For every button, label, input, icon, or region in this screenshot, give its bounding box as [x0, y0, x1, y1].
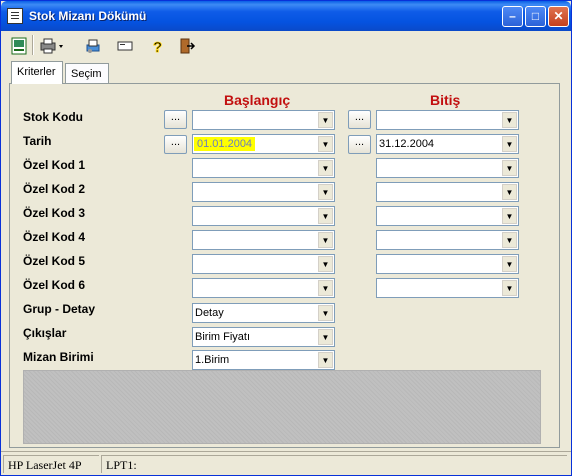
ozel-kod-4-end-combo[interactable]: ▼ — [376, 230, 519, 250]
toolbar-separator — [32, 35, 34, 55]
tarih-end-lookup-button[interactable]: ... — [348, 135, 371, 154]
stok-kodu-start-lookup-button[interactable]: ... — [164, 110, 187, 129]
ozel-kod-5-label: Özel Kod 5 — [23, 254, 86, 268]
status-bar: HP LaserJet 4P LPT1: — [1, 451, 571, 475]
ozel-kod-5-start-combo[interactable]: ▼ — [192, 254, 335, 274]
tab-secim[interactable]: Seçim — [65, 63, 109, 83]
chevron-down-icon[interactable]: ▼ — [318, 232, 333, 248]
criteria-panel: Başlangıç Bitiş Stok Kodu ... ▼ ... ▼ Ta… — [9, 83, 560, 448]
close-button[interactable]: ✕ — [548, 6, 569, 27]
ozel-kod-2-end-combo[interactable]: ▼ — [376, 182, 519, 202]
tab-kriterler[interactable]: Kriterler — [11, 61, 63, 84]
card-icon[interactable] — [113, 34, 136, 57]
tarih-end-combo[interactable]: 31.12.2004 ▼ — [376, 134, 519, 154]
grup-detay-combo[interactable]: Detay ▼ — [192, 303, 335, 323]
mizan-birimi-label: Mizan Birimi — [23, 350, 94, 364]
ozel-kod-2-start-combo[interactable]: ▼ — [192, 182, 335, 202]
chevron-down-icon[interactable]: ▼ — [502, 232, 517, 248]
stok-kodu-start-combo[interactable]: ▼ — [192, 110, 335, 130]
info-area — [23, 370, 541, 444]
print-icon[interactable] — [37, 34, 67, 57]
chevron-down-icon[interactable]: ▼ — [502, 136, 517, 152]
ozel-kod-4-start-combo[interactable]: ▼ — [192, 230, 335, 250]
ozel-kod-6-start-combo[interactable]: ▼ — [192, 278, 335, 298]
exit-icon[interactable] — [175, 34, 198, 57]
tarih-start-lookup-button[interactable]: ... — [164, 135, 187, 154]
setup-icon[interactable] — [81, 34, 104, 57]
chevron-down-icon[interactable]: ▼ — [318, 352, 333, 368]
end-header: Bitiş — [430, 92, 461, 108]
grup-detay-label: Grup - Detay — [23, 302, 96, 316]
minimize-button[interactable]: – — [502, 6, 523, 27]
chevron-down-icon[interactable]: ▼ — [318, 184, 333, 200]
ozel-kod-6-end-combo[interactable]: ▼ — [376, 278, 519, 298]
mizan-birimi-combo[interactable]: 1.Birim ▼ — [192, 350, 335, 370]
chevron-down-icon[interactable]: ▼ — [502, 184, 517, 200]
chevron-down-icon[interactable]: ▼ — [318, 112, 333, 128]
port-status: LPT1: — [101, 455, 567, 473]
stok-kodu-end-combo[interactable]: ▼ — [376, 110, 519, 130]
chevron-down-icon[interactable]: ▼ — [502, 160, 517, 176]
chevron-down-icon[interactable]: ▼ — [502, 208, 517, 224]
ozel-kod-1-start-combo[interactable]: ▼ — [192, 158, 335, 178]
ozel-kod-1-end-combo[interactable]: ▼ — [376, 158, 519, 178]
chevron-down-icon[interactable]: ▼ — [502, 256, 517, 272]
cikislar-combo[interactable]: Birim Fiyatı ▼ — [192, 327, 335, 347]
ozel-kod-6-label: Özel Kod 6 — [23, 278, 86, 292]
toolbar: ? — [5, 32, 569, 60]
chevron-down-icon[interactable]: ▼ — [502, 280, 517, 296]
start-header: Başlangıç — [224, 92, 291, 108]
cikislar-label: Çıkışlar — [23, 326, 67, 340]
ozel-kod-4-label: Özel Kod 4 — [23, 230, 86, 244]
main-window: Stok Mizanı Dökümü – □ ✕ ? Kriterler Seç… — [0, 0, 572, 476]
ozel-kod-3-label: Özel Kod 3 — [23, 206, 86, 220]
stok-kodu-end-lookup-button[interactable]: ... — [348, 110, 371, 129]
chevron-down-icon[interactable]: ▼ — [318, 329, 333, 345]
title-bar[interactable]: Stok Mizanı Dökümü – □ ✕ — [1, 1, 571, 31]
chevron-down-icon[interactable]: ▼ — [318, 160, 333, 176]
tarih-start-combo[interactable]: 01.01.2004 ▼ — [192, 134, 335, 154]
chevron-down-icon[interactable]: ▼ — [318, 280, 333, 296]
ozel-kod-3-end-combo[interactable]: ▼ — [376, 206, 519, 226]
ozel-kod-3-start-combo[interactable]: ▼ — [192, 206, 335, 226]
svg-text:?: ? — [153, 39, 162, 55]
preview-icon[interactable] — [7, 34, 30, 57]
maximize-button[interactable]: □ — [525, 6, 546, 27]
chevron-down-icon[interactable]: ▼ — [502, 112, 517, 128]
chevron-down-icon[interactable]: ▼ — [318, 136, 333, 152]
tarih-label: Tarih — [23, 134, 52, 148]
printer-status: HP LaserJet 4P — [3, 455, 99, 473]
app-icon — [7, 8, 23, 24]
chevron-down-icon[interactable]: ▼ — [318, 256, 333, 272]
ozel-kod-5-end-combo[interactable]: ▼ — [376, 254, 519, 274]
ozel-kod-2-label: Özel Kod 2 — [23, 182, 86, 196]
help-icon[interactable]: ? — [145, 34, 168, 57]
chevron-down-icon[interactable]: ▼ — [318, 208, 333, 224]
window-title: Stok Mizanı Dökümü — [29, 9, 147, 23]
chevron-down-icon[interactable]: ▼ — [318, 305, 333, 321]
stok-kodu-label: Stok Kodu — [23, 110, 83, 124]
ozel-kod-1-label: Özel Kod 1 — [23, 158, 86, 172]
